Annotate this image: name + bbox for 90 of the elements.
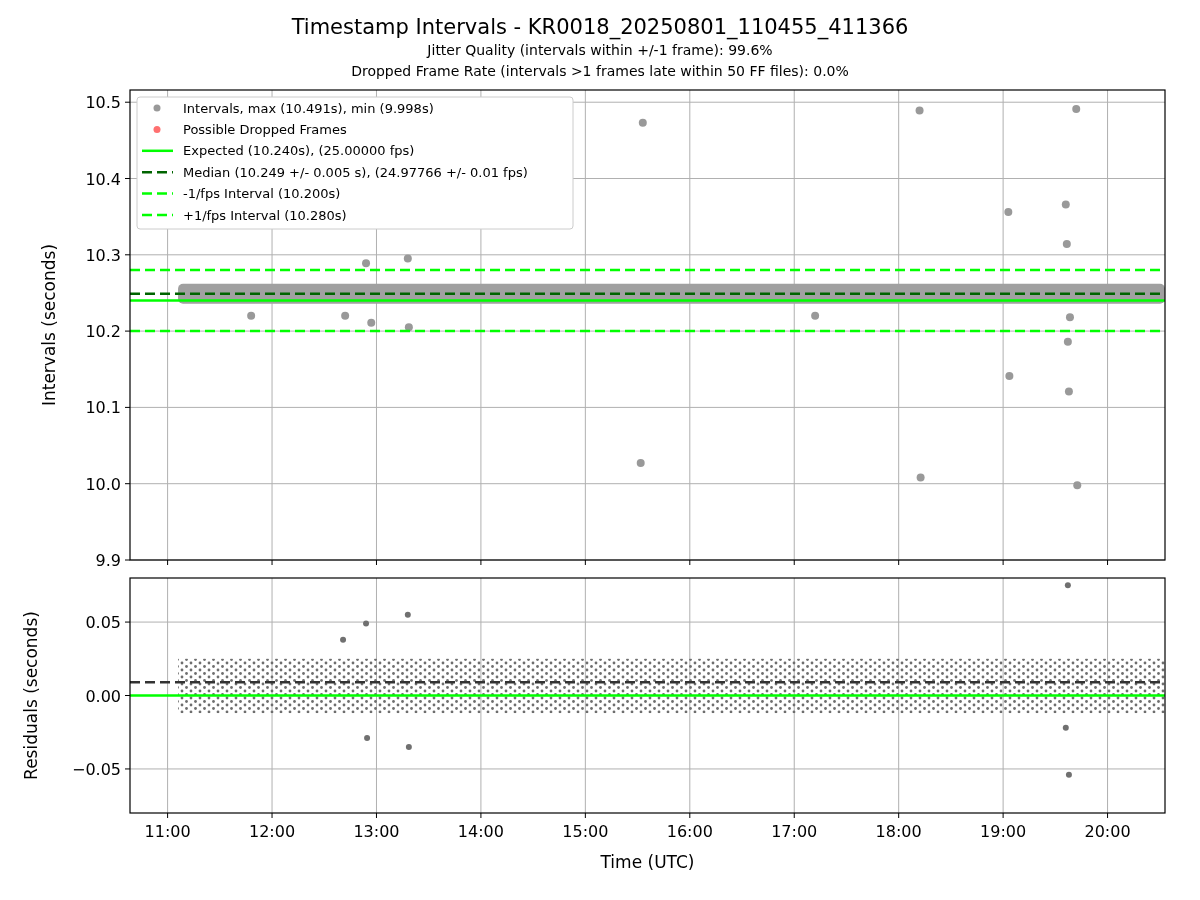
data-point [916,473,925,482]
tick-mark [124,768,131,770]
tick-mark [271,812,273,819]
tick-label: 11:00 [144,822,191,841]
tick-mark [124,621,131,623]
data-point [363,620,370,627]
data-point [1064,387,1073,396]
tick-label: 10.4 [85,169,121,189]
tick-label: 13:00 [353,822,400,841]
legend-label: +1/fps Interval (10.280s) [183,207,347,223]
data-point [1073,481,1082,490]
tick-label: 16:00 [666,822,713,841]
tick-mark [124,695,131,696]
tick-mark [271,559,273,566]
tick-mark [1107,559,1109,566]
figure-subtitle: Dropped Frame Rate (intervals >1 frames late within 50 FF files): 0.0% [351,62,849,81]
data-point [404,611,411,618]
tick-label: 10.2 [85,322,121,342]
tick-mark [898,559,900,566]
data-point [1064,582,1071,589]
tick-mark [1002,812,1004,819]
legend-label: Expected (10.240s), (25.00000 fps) [183,143,415,159]
data-point [247,311,256,320]
figure-title: Timestamp Intervals - KR0018_20250801_110455_411366 [291,14,909,40]
legend-label: Possible Dropped Frames [183,121,347,137]
tick-label: 18:00 [875,822,922,841]
data-point [915,106,924,115]
data-point [1063,337,1072,346]
tick-mark [124,254,131,256]
legend-label: Intervals, max (10.491s), min (9.998s) [183,100,434,116]
tick-mark [584,559,586,566]
data-point [636,459,645,468]
axis-label: Residuals (seconds) [21,611,41,780]
tick-mark [689,559,691,566]
tick-mark [793,559,795,566]
data-point [811,311,820,320]
tick-label: 10.1 [85,398,121,418]
tick-mark [124,101,131,103]
tick-mark [480,559,482,566]
data-point [367,318,376,327]
tick-label: 15:00 [562,822,609,841]
tick-mark [124,559,131,561]
tick-label: −0.05 [71,759,121,779]
legend-label: -1/fps Interval (10.200s) [183,186,341,202]
data-point [1061,200,1070,209]
tick-mark [167,812,169,819]
tick-mark [793,812,795,819]
tick-label: 0.05 [85,613,121,633]
data-point [1072,105,1081,114]
data-point [1062,724,1069,731]
tick-mark [1002,559,1004,566]
tick-label: 9.9 [95,551,121,570]
data-point [1065,313,1074,322]
tick-mark [480,812,482,819]
data-point [403,254,412,263]
tick-label: 20:00 [1084,822,1131,841]
tick-label: 0.00 [85,686,121,706]
tick-mark [376,559,377,566]
tick-mark [124,406,131,408]
data-point [1062,240,1071,249]
tick-mark [689,812,691,819]
data-point [1065,771,1072,778]
tick-label: 17:00 [771,822,818,841]
data-point [638,118,647,127]
tick-mark [1107,812,1109,819]
tick-label: 10.5 [85,93,121,113]
tick-mark [124,178,131,179]
tick-label: 12:00 [249,822,296,841]
data-point [405,743,412,750]
figure-subtitle: Jitter Quality (intervals within +/-1 frame): 99.6% [427,41,773,60]
data-point [1005,372,1014,381]
data-point [1004,208,1013,217]
tick-label: 14:00 [457,822,504,841]
tick-mark [124,483,131,485]
data-point [362,259,371,268]
tick-label: 10.3 [85,245,121,265]
tick-label: 10.0 [85,474,121,494]
tick-mark [167,559,169,566]
data-point [404,323,413,332]
axis-label: Intervals (seconds) [39,243,59,407]
tick-mark [898,812,900,819]
data-point [340,636,347,643]
tick-mark [376,812,377,819]
tick-label: 19:00 [980,822,1027,841]
tick-mark [124,330,131,332]
tick-mark [584,812,586,819]
legend-label: Median (10.249 +/- 0.005 s), (24.97766 +/- 0.01 fps) [183,164,528,180]
data-point [341,311,350,320]
data-point [364,735,371,742]
axis-label: Time (UTC) [600,852,695,872]
